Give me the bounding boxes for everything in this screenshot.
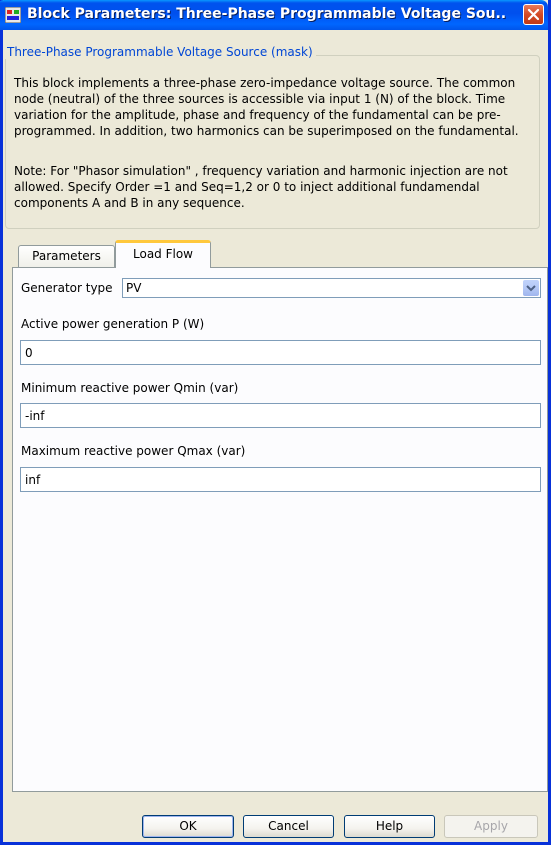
active-power-field[interactable]: 0	[20, 340, 541, 365]
generator-type-label: Generator type	[21, 281, 113, 295]
qmin-label: Minimum reactive power Qmin (var)	[21, 381, 239, 395]
tab-parameters[interactable]: Parameters	[18, 245, 115, 267]
title-bar[interactable]: Block Parameters: Three-Phase Programmab…	[0, 0, 548, 30]
generator-type-value: PV	[126, 281, 142, 295]
qmin-field[interactable]: -inf	[20, 403, 541, 428]
qmin-value: -inf	[25, 409, 45, 423]
apply-button[interactable]: Apply	[444, 815, 538, 838]
simulink-block-icon	[5, 7, 21, 23]
mask-description: This block implements a three-phase zero…	[14, 76, 519, 138]
window-title: Block Parameters: Three-Phase Programmab…	[27, 6, 507, 22]
mask-note: Note: For "Phasor simulation" , frequenc…	[14, 164, 508, 210]
tab-load-flow[interactable]: Load Flow	[115, 240, 211, 268]
qmax-field[interactable]: inf	[20, 467, 541, 492]
active-power-value: 0	[25, 346, 33, 360]
cancel-button[interactable]: Cancel	[243, 815, 334, 838]
dropdown-button[interactable]	[523, 280, 539, 296]
chevron-down-icon	[526, 285, 536, 292]
generator-type-select[interactable]: PV	[122, 278, 541, 298]
qmax-value: inf	[25, 473, 41, 487]
ok-button[interactable]: OK	[142, 815, 234, 838]
help-button[interactable]: Help	[344, 815, 435, 838]
close-button[interactable]	[523, 4, 544, 25]
close-icon	[527, 8, 540, 21]
active-power-label: Active power generation P (W)	[21, 317, 205, 331]
mask-title: Three-Phase Programmable Voltage Source …	[4, 45, 316, 59]
qmax-label: Maximum reactive power Qmax (var)	[21, 444, 246, 458]
